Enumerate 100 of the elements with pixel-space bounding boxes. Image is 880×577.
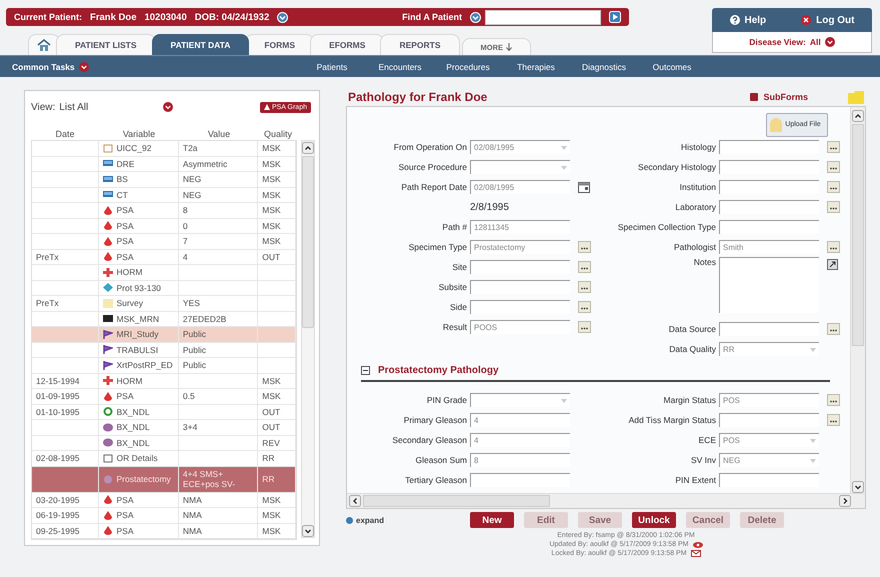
input-field[interactable] [470, 280, 570, 294]
calendar-icon[interactable] [578, 182, 590, 192]
dropdown-field[interactable]: NEG [719, 453, 819, 467]
input-field[interactable] [470, 300, 570, 314]
table-row[interactable]: Prot 93-130 [32, 280, 296, 296]
ellipsis-icon[interactable] [827, 201, 840, 213]
horizontal-scrollbar[interactable] [347, 493, 865, 508]
expand-link[interactable]: expand [346, 516, 466, 524]
help-button[interactable]: Help [730, 14, 766, 26]
table-row[interactable]: XrtPostRP_ED Public [32, 358, 296, 374]
table-row[interactable]: 12-15-1994 HORM MSK [32, 374, 296, 389]
input-field[interactable] [719, 200, 819, 214]
ellipsis-icon[interactable] [827, 394, 840, 406]
table-row[interactable]: PreTx PSA 4 OUT [32, 250, 296, 265]
eye-icon[interactable] [692, 542, 703, 548]
scroll-thumb[interactable] [363, 495, 550, 507]
ellipsis-icon[interactable] [578, 241, 591, 253]
table-row[interactable]: TRABULSI Public [32, 342, 296, 358]
input-field[interactable]: Smith [719, 240, 819, 254]
table-row[interactable]: PSA 0 MSK [32, 218, 296, 234]
ellipsis-icon[interactable] [578, 261, 591, 273]
subforms-link[interactable]: SubForms [750, 92, 808, 102]
nav-link[interactable]: Procedures [434, 62, 502, 72]
dropdown-field[interactable] [470, 393, 570, 407]
input-field[interactable]: 12811345 [470, 220, 570, 234]
nav-link[interactable]: Encounters [366, 62, 434, 72]
common-tasks-menu[interactable]: Common Tasks [12, 62, 75, 72]
ellipsis-icon[interactable] [578, 301, 591, 313]
table-row[interactable]: BS NEG MSK [32, 172, 296, 188]
action-button[interactable]: New [470, 512, 514, 528]
nav-link[interactable]: Patients [298, 62, 366, 72]
input-field[interactable]: POS [719, 393, 819, 407]
scroll-left-icon[interactable] [349, 495, 361, 507]
input-field[interactable] [719, 413, 819, 427]
ellipsis-icon[interactable] [827, 414, 840, 426]
scroll-thumb[interactable] [852, 124, 864, 346]
vertical-scrollbar[interactable] [301, 140, 315, 538]
collapse-toggle-icon[interactable] [361, 366, 370, 375]
view-dropdown[interactable]: List All [59, 102, 160, 112]
scroll-down-icon[interactable] [852, 481, 864, 493]
table-row[interactable]: UICC_92 T2a MSK [32, 141, 296, 156]
chevron-down-icon[interactable] [78, 62, 89, 72]
input-field[interactable]: 8 [470, 453, 570, 467]
input-field[interactable] [719, 473, 819, 487]
input-field[interactable]: Prostatectomy [470, 240, 570, 254]
table-row[interactable]: BX_NDL 3+4 OUT [32, 420, 296, 436]
nav-link[interactable]: Diagnostics [570, 62, 638, 72]
input-field[interactable] [719, 220, 819, 234]
table-row[interactable]: BX_NDL REV [32, 436, 296, 451]
dropdown-field[interactable]: POS [719, 433, 819, 447]
date-field[interactable]: 02/08/1995 [470, 180, 570, 194]
ellipsis-icon[interactable] [827, 181, 840, 193]
table-row[interactable]: 01-10-1995 BX_NDL OUT [32, 404, 296, 420]
table-row[interactable]: PSA 8 MSK [32, 203, 296, 218]
table-row[interactable]: CT NEG MSK [32, 188, 296, 203]
input-field[interactable] [719, 322, 819, 336]
nav-tab[interactable]: PATIENT DATA [152, 34, 250, 55]
input-field[interactable] [470, 473, 570, 487]
input-field[interactable]: POOS [470, 320, 570, 334]
nav-tab[interactable]: REPORTS [380, 34, 460, 55]
table-row[interactable]: 06-19-1995 PSA NMA MSK [32, 508, 296, 524]
table-row[interactable]: 09-25-1995 PSA NMA MSK [32, 524, 296, 539]
expand-icon[interactable] [827, 259, 838, 270]
input-field[interactable]: 4 [470, 433, 570, 447]
ellipsis-icon[interactable] [578, 281, 591, 293]
envelope-icon[interactable] [690, 550, 701, 557]
table-row[interactable]: PreTx Survey YES [32, 296, 296, 312]
chevron-down-icon[interactable] [163, 102, 174, 112]
input-field[interactable] [470, 260, 570, 274]
chevron-down-icon[interactable] [470, 12, 481, 22]
vertical-scrollbar[interactable] [850, 107, 865, 493]
input-field[interactable]: 4 [470, 413, 570, 427]
ellipsis-icon[interactable] [827, 241, 840, 253]
nav-tab[interactable]: PATIENT LISTS [56, 34, 156, 55]
table-row[interactable]: 01-09-1995 PSA 0.5 MSK [32, 389, 296, 404]
dropdown-field[interactable]: RR [719, 342, 819, 356]
scroll-right-icon[interactable] [839, 495, 851, 507]
action-button[interactable]: Unlock [632, 512, 676, 528]
ellipsis-icon[interactable] [578, 321, 591, 333]
scroll-thumb[interactable] [302, 156, 314, 328]
nav-tab[interactable]: FORMS [245, 34, 314, 55]
dropdown-field[interactable]: 02/08/1995 [470, 140, 570, 154]
table-row[interactable]: MRI_Study Public [32, 327, 296, 342]
scroll-up-icon[interactable] [302, 142, 314, 154]
scroll-down-icon[interactable] [302, 525, 314, 537]
table-row[interactable]: HORM [32, 265, 296, 280]
nav-link[interactable]: Therapies [502, 62, 570, 72]
input-field[interactable] [719, 160, 819, 174]
input-field[interactable] [719, 140, 819, 154]
nav-tab[interactable]: EFORMS [310, 34, 384, 55]
notes-field[interactable] [719, 257, 819, 313]
table-row[interactable]: PSA 7 MSK [32, 234, 296, 250]
ellipsis-icon[interactable] [827, 161, 840, 173]
scroll-up-icon[interactable] [852, 110, 864, 122]
table-row[interactable]: 03-20-1995 PSA NMA MSK [32, 492, 296, 508]
ellipsis-icon[interactable] [827, 141, 840, 153]
table-row[interactable]: DRE Asymmetric MSK [32, 156, 296, 172]
dropdown-field[interactable] [470, 160, 570, 174]
logout-button[interactable]: Log Out [801, 14, 854, 26]
chevron-down-icon[interactable] [824, 37, 835, 47]
